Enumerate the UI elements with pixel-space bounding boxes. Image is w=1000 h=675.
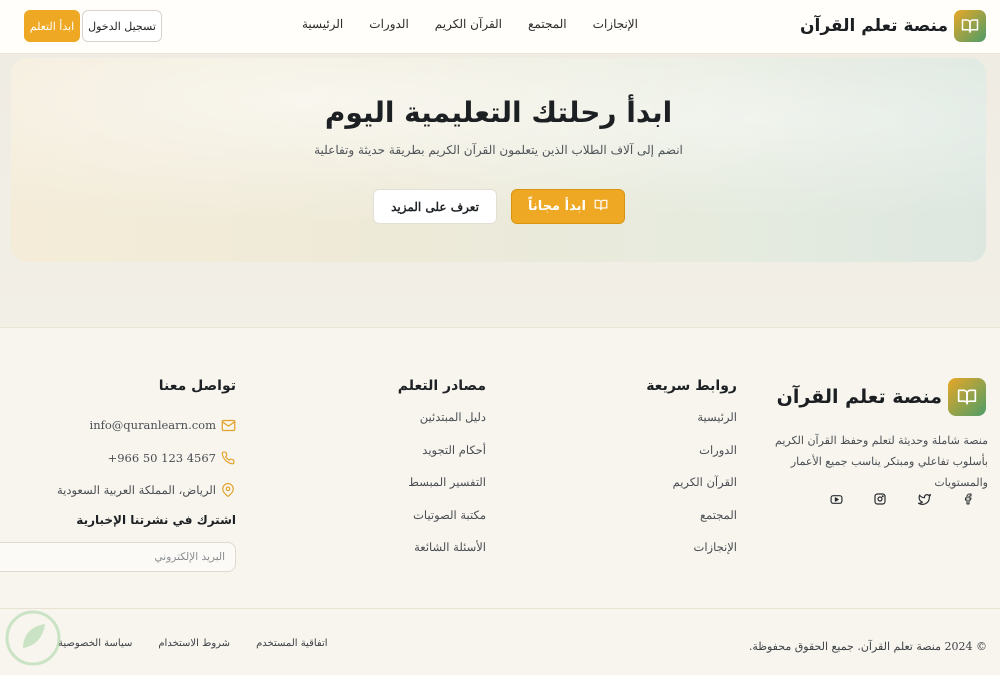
quick-links-title: روابط سريعة [646,378,737,394]
nav-item-courses[interactable]: الدورات [369,17,409,31]
footer-link-beginners-guide[interactable]: دليل المبتدئين [346,409,486,442]
footer-link-courses[interactable]: الدورات [597,442,737,475]
hero-decoration [11,58,986,262]
main-nav: الرئيسية الدورات القرآن الكريم المجتمع ا… [302,17,638,31]
contact-phone-text: +966 50 123 4567 [107,450,216,465]
map-pin-icon [220,482,236,498]
quick-links-column: روابط سريعة الرئيسية الدورات القرآن الكر… [597,378,737,572]
facebook-icon[interactable] [960,491,976,507]
copyright-text: © 2024 منصة تعلم القرآن. جميع الحقوق محف… [748,640,987,653]
start-learning-button[interactable]: ابدأ التعلم [24,10,80,42]
contact-title: تواصل معنا [158,378,236,394]
mail-icon [220,417,236,433]
nav-item-quran[interactable]: القرآن الكريم [435,17,502,31]
youtube-icon[interactable] [828,491,844,507]
footer-brand-name: منصة تعلم القرآن [776,386,942,408]
phone-icon [220,450,236,466]
privacy-policy-link[interactable]: سياسة الخصوصية [58,638,132,649]
footer-link-faq[interactable]: الأسئلة الشائعة [346,539,486,572]
nav-item-community[interactable]: المجتمع [528,17,567,31]
footer-link-tafsir[interactable]: التفسير المبسط [346,474,486,507]
contact-location-text: الرياض، المملكة العربية السعودية [56,483,216,498]
footer-link-audio-library[interactable]: مكتبة الصوتيات [346,507,486,540]
footer-divider [0,608,1000,609]
nav-item-home[interactable]: الرئيسية [302,17,343,31]
login-button[interactable]: تسجيل الدخول [82,10,162,42]
contact-email[interactable]: info@quranlearn.com [36,409,236,442]
footer-brand[interactable]: منصة تعلم القرآن [777,378,986,416]
nav-item-achievements[interactable]: الإنجازات [593,17,638,31]
book-icon [594,198,608,216]
open-book-icon [948,378,986,416]
newsletter-email-input[interactable] [0,542,236,572]
contact-column: تواصل معنا info@quranlearn.com +966 50 1… [36,378,236,536]
footer-description: منصة شاملة وحديثة لتعلم وحفظ القرآن الكر… [775,434,988,489]
learn-more-button[interactable]: تعرف على المزيد [373,189,497,224]
instagram-icon[interactable] [872,491,888,507]
footer-link-tajweed[interactable]: أحكام التجويد [346,442,486,475]
site-footer: منصة تعلم القرآن منصة شاملة وحديثة لتعلم… [0,327,1000,675]
open-book-icon [954,10,986,42]
contact-phone[interactable]: +966 50 123 4567 [36,442,236,475]
social-links [828,491,976,507]
resources-column: مصادر التعلم دليل المبتدئين أحكام التجوي… [346,378,486,572]
hero-subtitle: انضم إلى آلاف الطلاب الذين يتعلمون القرآ… [314,143,683,157]
contact-email-text: info@quranlearn.com [89,418,216,433]
newsletter-title: اشترك في نشرتنا الإخبارية [76,512,236,527]
footer-link-community[interactable]: المجتمع [597,507,737,540]
twitter-icon[interactable] [916,491,932,507]
footer-link-achievements[interactable]: الإنجازات [597,539,737,572]
resources-title: مصادر التعلم [397,378,486,394]
brand-name: منصة تعلم القرآن [800,16,948,36]
brand-logo[interactable]: منصة تعلم القرآن [800,10,986,42]
top-navbar: منصة تعلم القرآن الرئيسية الدورات القرآن… [0,0,1000,54]
start-free-button[interactable]: ابدأ مجاناً [511,189,625,224]
legal-links: سياسة الخصوصية شروط الاستخدام اتفاقية ال… [58,638,328,649]
footer-link-home[interactable]: الرئيسية [597,409,737,442]
footer-link-quran[interactable]: القرآن الكريم [597,474,737,507]
cta-banner: ابدأ رحلتك التعليمية اليوم انضم إلى آلاف… [11,58,986,262]
contact-location: الرياض، المملكة العربية السعودية [36,474,236,507]
hero-title: ابدأ رحلتك التعليمية اليوم [324,96,673,129]
user-agreement-link[interactable]: اتفاقية المستخدم [256,638,327,649]
terms-of-use-link[interactable]: شروط الاستخدام [158,638,230,649]
watermark-logo-icon [3,608,63,668]
start-free-label: ابدأ مجاناً [528,199,586,214]
